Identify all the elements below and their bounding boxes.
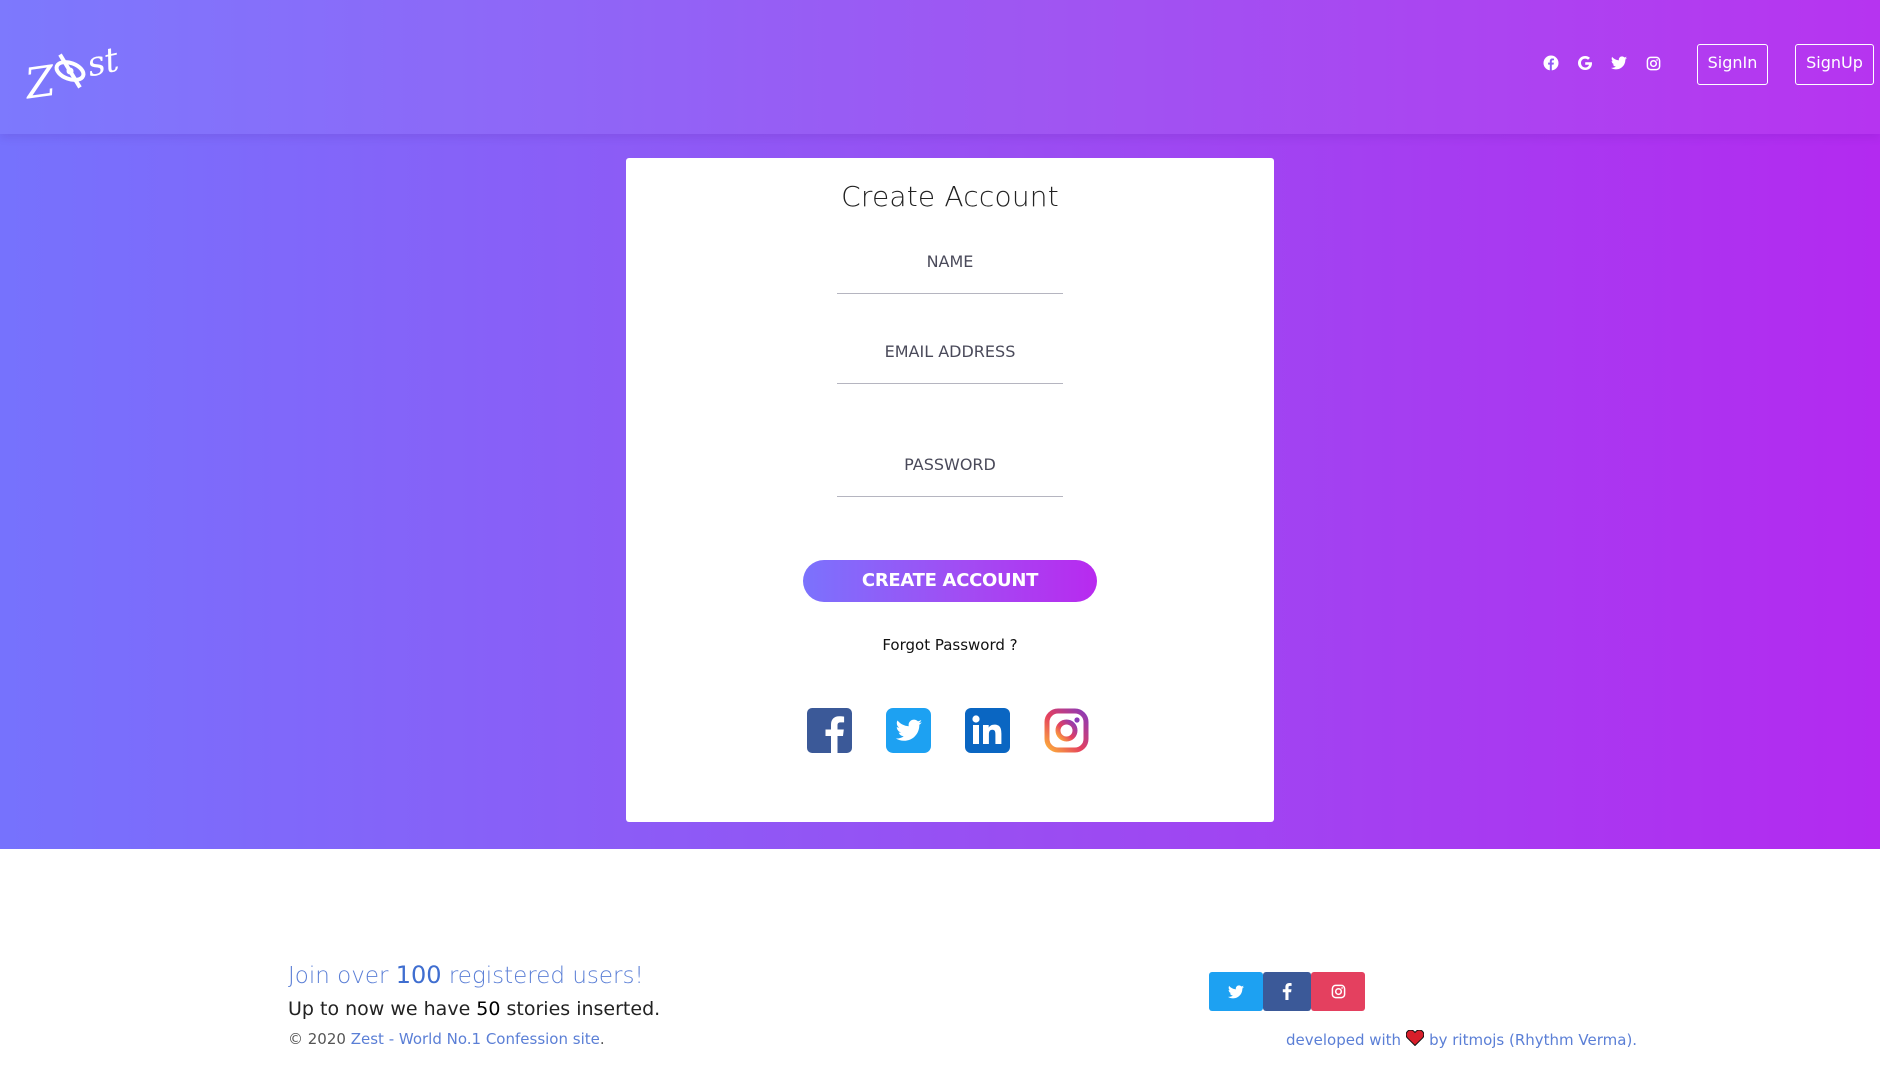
nav-social-links bbox=[1542, 54, 1662, 72]
email-input[interactable] bbox=[837, 383, 1063, 384]
email-label: EMAIL ADDRESS bbox=[884, 342, 1016, 361]
twitter-icon bbox=[1228, 984, 1244, 998]
developed-with-text: developed with bbox=[1286, 1031, 1402, 1049]
hero-background: Z st SignIn SignUp Create Account NAME E… bbox=[0, 0, 1880, 849]
signin-button[interactable]: SignIn bbox=[1697, 44, 1768, 85]
password-input[interactable] bbox=[837, 496, 1063, 497]
join-suffix: registered users! bbox=[441, 963, 644, 989]
zest-logo[interactable]: Z st bbox=[20, 36, 136, 109]
instagram-square-icon[interactable] bbox=[1044, 708, 1089, 753]
name-input[interactable] bbox=[837, 293, 1063, 294]
footer-copyright: © 2020 Zest - World No.1 Confession site… bbox=[288, 1030, 605, 1048]
footer-join-text: Join over 100 registered users! bbox=[288, 961, 644, 989]
create-account-card: Create Account NAME EMAIL ADDRESS PASSWO… bbox=[626, 158, 1274, 822]
google-icon[interactable] bbox=[1576, 54, 1594, 72]
linkedin-square-icon[interactable] bbox=[965, 708, 1010, 753]
twitter-square-icon[interactable] bbox=[886, 708, 931, 753]
copyright-suffix: . bbox=[599, 1030, 605, 1048]
password-field[interactable]: PASSWORD bbox=[837, 455, 1063, 497]
signup-button[interactable]: SignUp bbox=[1795, 44, 1874, 85]
facebook-icon bbox=[1282, 983, 1292, 1000]
stories-suffix: stories inserted. bbox=[500, 998, 661, 1020]
email-field[interactable]: EMAIL ADDRESS bbox=[837, 342, 1063, 384]
facebook-icon[interactable] bbox=[1542, 54, 1560, 72]
story-count: 50 bbox=[476, 998, 501, 1020]
instagram-icon bbox=[1331, 984, 1345, 999]
form-title: Create Account bbox=[841, 180, 1059, 213]
card-social-links bbox=[807, 708, 1089, 753]
footer-share-buttons bbox=[1209, 972, 1365, 1011]
svg-text:Z: Z bbox=[26, 56, 59, 102]
name-label: NAME bbox=[926, 252, 974, 271]
svg-text:st: st bbox=[84, 40, 123, 86]
facebook-share-button[interactable] bbox=[1263, 972, 1311, 1011]
navbar: Z st SignIn SignUp bbox=[0, 0, 1880, 134]
site-link[interactable]: Zest - World No.1 Confession site bbox=[351, 1030, 600, 1048]
heart-icon bbox=[1405, 1029, 1425, 1050]
developer-name[interactable]: by ritmojs (Rhythm Verma). bbox=[1429, 1031, 1637, 1049]
join-prefix: Join over bbox=[288, 963, 396, 989]
facebook-square-icon[interactable] bbox=[807, 708, 852, 753]
twitter-share-button[interactable] bbox=[1209, 972, 1263, 1011]
copyright-prefix: © 2020 bbox=[288, 1030, 351, 1048]
forgot-password-link[interactable]: Forgot Password ? bbox=[626, 636, 1274, 654]
footer-developer-credit: developed with by ritmojs (Rhythm Verma)… bbox=[1286, 1029, 1637, 1050]
user-count: 100 bbox=[395, 961, 442, 989]
name-field[interactable]: NAME bbox=[837, 252, 1063, 294]
stories-prefix: Up to now we have bbox=[288, 998, 477, 1020]
create-account-button[interactable]: CREATE ACCOUNT bbox=[803, 560, 1097, 602]
password-label: PASSWORD bbox=[904, 455, 996, 474]
instagram-share-button[interactable] bbox=[1311, 972, 1365, 1011]
instagram-icon[interactable] bbox=[1644, 54, 1662, 72]
twitter-icon[interactable] bbox=[1610, 54, 1628, 72]
footer-stories-text: Up to now we have 50 stories inserted. bbox=[288, 998, 660, 1020]
